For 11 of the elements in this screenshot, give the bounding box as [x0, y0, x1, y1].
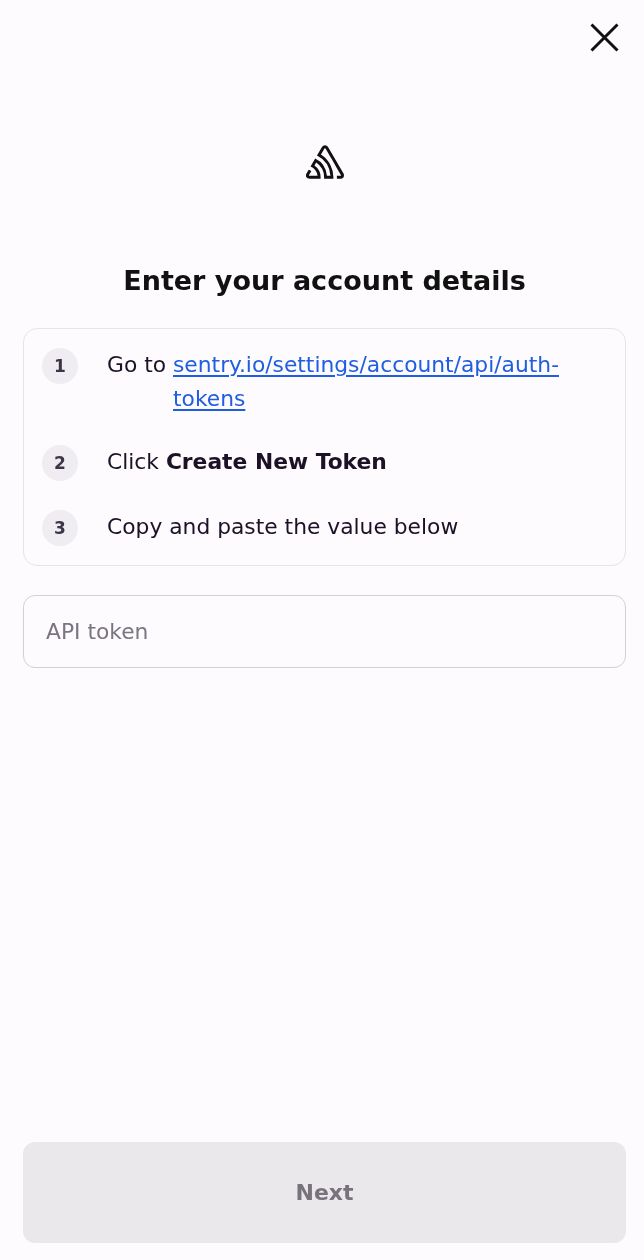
step-text: Click Create New Token [107, 448, 388, 476]
logo-icon [305, 145, 344, 179]
page-title: Enter your account details [122, 264, 527, 298]
step-text: Go to sentry.io/settings/account/api/auth-tokens [107, 348, 585, 416]
input-field[interactable]: API token [23, 595, 626, 668]
link[interactable]: sentry.io/settings/account/api/auth-tokens [173, 348, 585, 416]
step-number: 2 [42, 445, 78, 481]
step-number: 1 [42, 348, 78, 384]
close-icon [589, 22, 619, 52]
step-number: 3 [42, 510, 78, 546]
step-text: Copy and paste the value below [107, 513, 460, 541]
